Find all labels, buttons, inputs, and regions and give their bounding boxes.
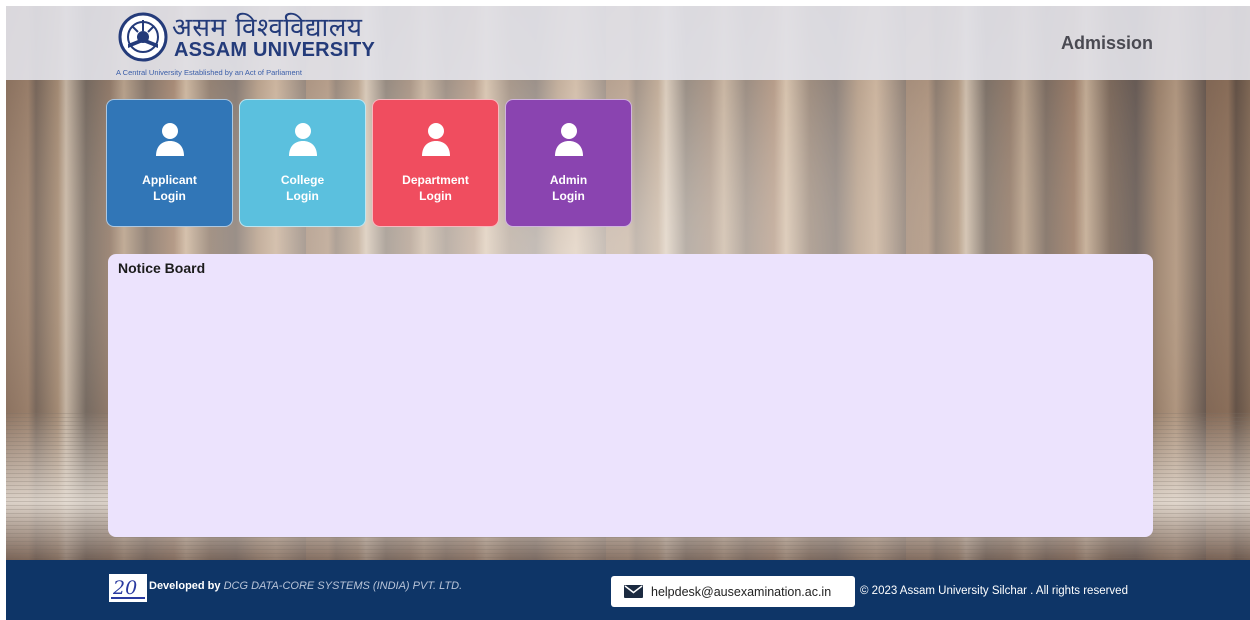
logo-tagline: A Central University Established by an A…	[116, 68, 302, 77]
helpdesk-email-button[interactable]: helpdesk@ausexamination.ac.in	[611, 576, 855, 607]
developer-company[interactable]: DCG DATA-CORE SYSTEMS (INDIA) PVT. LTD.	[224, 580, 463, 592]
login-tiles: Applicant Login College Login Department…	[106, 99, 632, 227]
copyright-text: © 2023 Assam University Silchar . All ri…	[860, 585, 1128, 597]
department-login-button[interactable]: Department Login	[372, 99, 499, 227]
svg-text:20: 20	[112, 577, 137, 599]
department-login-label: Department Login	[402, 173, 469, 203]
header: असम विश्वविद्यालय ASSAM UNIVERSITY A Cen…	[6, 6, 1250, 80]
helpdesk-email: helpdesk@ausexamination.ac.in	[651, 584, 832, 599]
notice-board-title: Notice Board	[118, 260, 206, 276]
user-icon	[288, 123, 317, 156]
university-emblem-icon	[118, 12, 168, 62]
user-icon	[155, 123, 184, 156]
notice-board: Notice Board	[108, 254, 1153, 537]
developer-credit: Developed by DCG DATA-CORE SYSTEMS (INDI…	[149, 580, 462, 592]
developer-prefix: Developed by	[149, 580, 221, 592]
user-icon	[554, 123, 583, 156]
logo-english-text: ASSAM UNIVERSITY	[174, 39, 376, 61]
user-icon	[421, 123, 450, 156]
footer: 20 Developed by DCG DATA-CORE SYSTEMS (I…	[6, 560, 1250, 620]
developer-logo-icon: 20	[109, 574, 147, 602]
page-title: Admission	[1060, 33, 1153, 53]
college-login-button[interactable]: College Login	[239, 99, 366, 227]
admin-login-label: Admin Login	[549, 173, 588, 203]
college-login-label: College Login	[280, 173, 325, 203]
applicant-login-label: Applicant Login	[142, 173, 197, 203]
applicant-login-button[interactable]: Applicant Login	[106, 99, 233, 227]
envelope-icon	[624, 585, 643, 598]
admin-login-button[interactable]: Admin Login	[505, 99, 632, 227]
